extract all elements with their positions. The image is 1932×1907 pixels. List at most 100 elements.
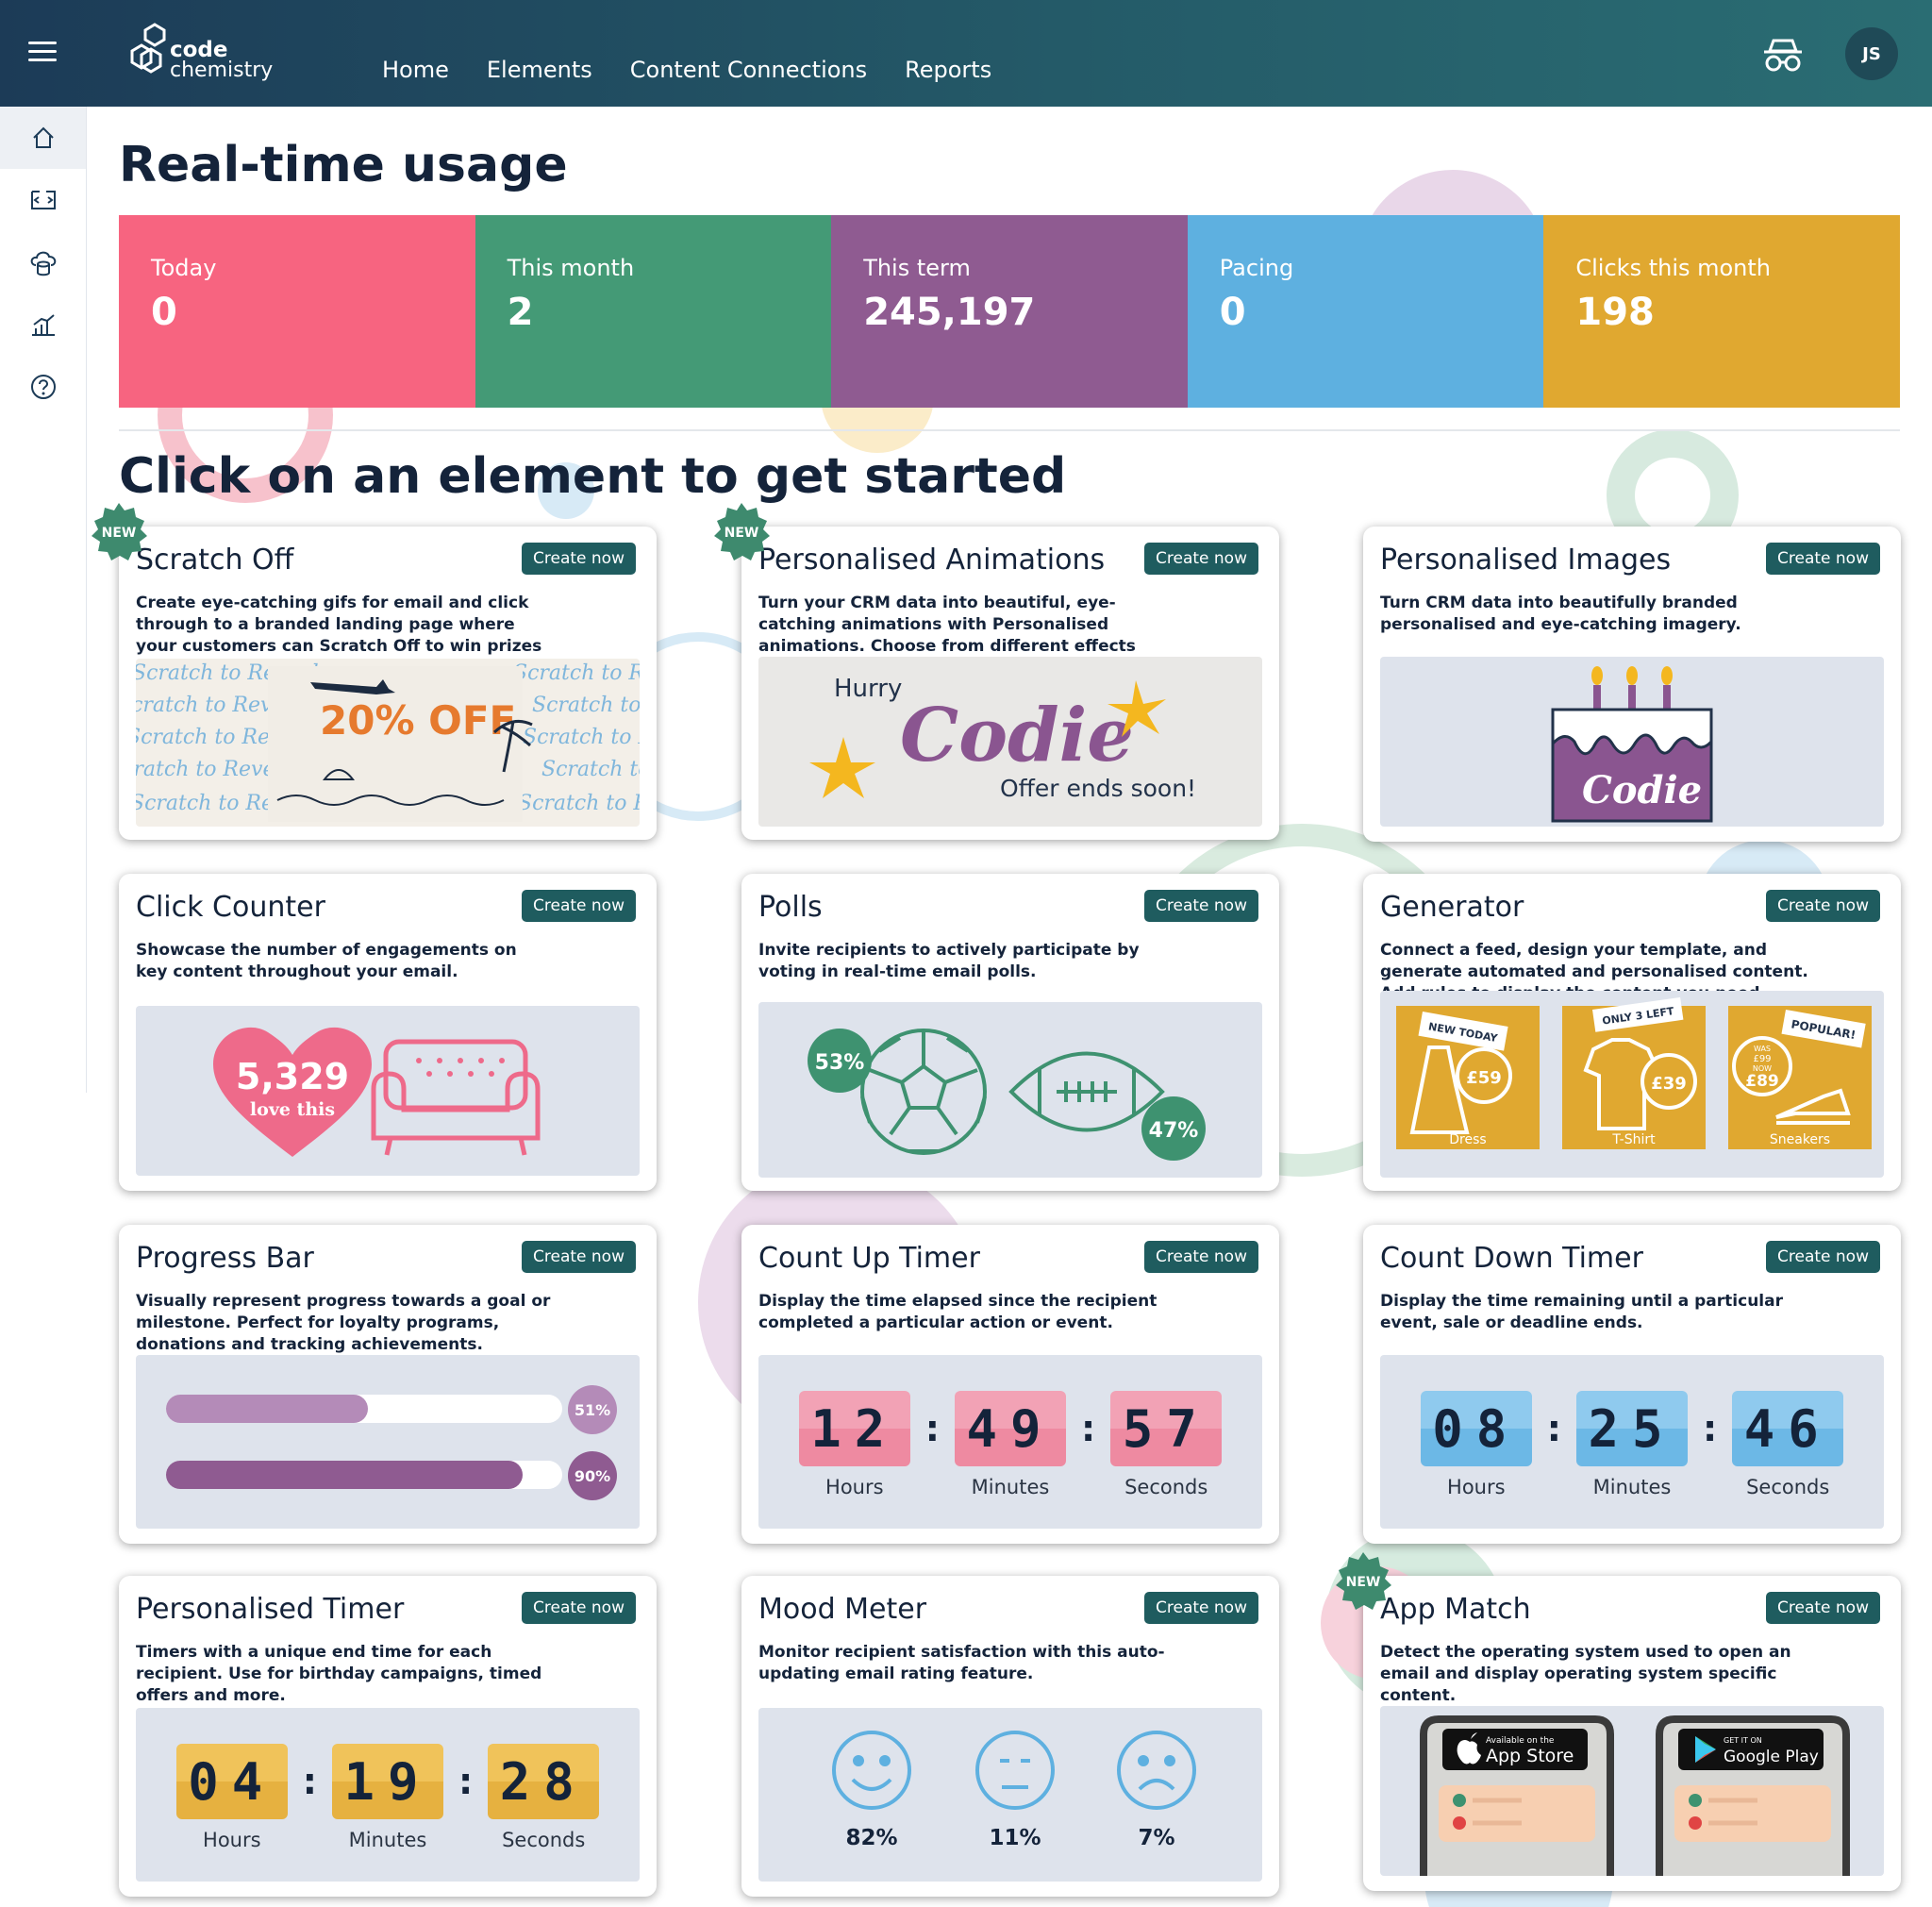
card-generator[interactable]: Generator Create now Connect a feed, des…: [1363, 874, 1901, 1191]
card-app-match[interactable]: App Match Create now Detect the operatin…: [1363, 1576, 1901, 1891]
create-now-button[interactable]: Create now: [1144, 890, 1258, 922]
stat-value: 0: [151, 291, 177, 334]
sidebar-help-icon[interactable]: [0, 356, 86, 418]
svg-text:£59: £59: [1466, 1068, 1502, 1088]
sidebar: [0, 107, 87, 1093]
create-now-button[interactable]: Create now: [1144, 1241, 1258, 1273]
progress-badge: 90%: [568, 1451, 617, 1500]
timer-hours: 04: [175, 1744, 288, 1819]
card-personalised-timer[interactable]: Personalised Timer Create now Timers wit…: [119, 1576, 657, 1897]
nav-home[interactable]: Home: [382, 57, 449, 83]
timer-hours: 12: [798, 1391, 910, 1466]
birthday-cake-icon: Codie: [1551, 666, 1713, 823]
phone-ios: Available on the App Store: [1420, 1715, 1614, 1876]
card-personalised-images[interactable]: Personalised Images Create now Turn CRM …: [1363, 527, 1901, 842]
create-now-button[interactable]: Create now: [522, 890, 636, 922]
timer-seconds: 57: [1110, 1391, 1223, 1466]
card-personalised-animations[interactable]: Personalised Animations Create now Turn …: [741, 527, 1279, 840]
card-count-up-timer[interactable]: Count Up Timer Create now Display the ti…: [741, 1225, 1279, 1544]
click-counter-preview: 5,329 love this: [136, 1006, 640, 1176]
code-chemistry-logo[interactable]: code chemistry: [125, 21, 285, 87]
count-up-preview: 12 Hours : 49 Minutes : 57 Seconds: [758, 1355, 1262, 1529]
create-now-button[interactable]: Create now: [522, 1592, 636, 1624]
create-now-button[interactable]: Create now: [522, 543, 636, 575]
incognito-glasses-icon[interactable]: [1762, 36, 1804, 74]
section-divider: [119, 429, 1900, 431]
stat-label: Clicks this month: [1575, 255, 1772, 281]
timer-hours: 08: [1420, 1391, 1532, 1466]
product-tshirt: ONLY 3 LEFT £39 T-Shirt: [1562, 996, 1706, 1149]
card-description: Visually represent progress towards a go…: [136, 1292, 551, 1354]
card-description: Detect the operating system used to open…: [1380, 1643, 1791, 1705]
timer-minutes: 25: [1576, 1391, 1688, 1466]
svg-text:Scratch to Reveal: Scratch to Reveal: [541, 758, 640, 781]
sidebar-code-icon[interactable]: [0, 169, 86, 231]
hamburger-menu-icon[interactable]: [28, 42, 57, 64]
soccer-ball-icon: [860, 1029, 987, 1155]
product-dress: NEW TODAY £59 Dress: [1396, 1006, 1540, 1149]
new-badge: NEW: [92, 503, 147, 560]
poll-right-percent: 47%: [1149, 1119, 1199, 1143]
personalised-timer-preview: 04 Hours : 19 Minutes : 28 Seconds: [136, 1708, 640, 1882]
create-now-button[interactable]: Create now: [522, 1241, 636, 1273]
card-progress-bar[interactable]: Progress Bar Create now Visually represe…: [119, 1225, 657, 1544]
nav-reports[interactable]: Reports: [905, 57, 991, 83]
sidebar-cloud-database-icon[interactable]: [0, 231, 86, 293]
create-now-button[interactable]: Create now: [1766, 1592, 1880, 1624]
card-scratch-off[interactable]: Scratch Off Create now Create eye-catchi…: [119, 527, 657, 840]
create-now-button[interactable]: Create now: [1144, 543, 1258, 575]
section-title: Click on an element to get started: [119, 448, 1067, 505]
timer-separator: :: [924, 1408, 940, 1449]
create-now-button[interactable]: Create now: [1766, 543, 1880, 575]
card-mood-meter[interactable]: Mood Meter Create now Monitor recipient …: [741, 1576, 1279, 1897]
card-description: Turn CRM data into beautifully branded p…: [1380, 594, 1741, 634]
card-title: Mood Meter: [758, 1593, 927, 1626]
svg-text:GET IT ON: GET IT ON: [1724, 1736, 1762, 1745]
phone-android: GET IT ON Google Play: [1656, 1715, 1850, 1876]
create-now-button[interactable]: Create now: [1766, 1241, 1880, 1273]
svg-text:Dress: Dress: [1449, 1132, 1486, 1147]
svg-text:£89: £89: [1745, 1072, 1779, 1091]
stat-label: Pacing: [1219, 255, 1294, 281]
stat-this-term: This term 245,197: [831, 215, 1188, 408]
nav-content-connections[interactable]: Content Connections: [630, 57, 867, 83]
progress-badge: 51%: [568, 1385, 617, 1434]
codie-text: Codie: [900, 693, 1134, 778]
images-preview: Codie: [1380, 657, 1884, 827]
create-now-button[interactable]: Create now: [1766, 890, 1880, 922]
neutral-face-icon: [975, 1731, 1055, 1810]
progress-track: [166, 1461, 562, 1489]
user-avatar[interactable]: JS: [1845, 27, 1898, 80]
stat-label: Today: [151, 255, 217, 281]
timer-label: Hours: [825, 1476, 884, 1498]
stat-value: 2: [507, 291, 534, 334]
create-now-button[interactable]: Create now: [1144, 1592, 1258, 1624]
svg-text:Google Play: Google Play: [1724, 1748, 1819, 1766]
scratch-off-preview: Scratch to Reveal Scratch to Reveal Scra…: [136, 659, 640, 827]
love-this-text: love this: [250, 1099, 335, 1120]
svg-text:NEW: NEW: [724, 526, 759, 541]
timer-label: Hours: [203, 1829, 261, 1851]
stat-label: This term: [863, 255, 971, 281]
sofa-icon: [371, 1039, 541, 1156]
mood-neutral-percent: 11%: [989, 1826, 1041, 1850]
card-click-counter[interactable]: Click Counter Create now Showcase the nu…: [119, 874, 657, 1191]
card-count-down-timer[interactable]: Count Down Timer Create now Display the …: [1363, 1225, 1901, 1544]
card-title: Count Down Timer: [1380, 1242, 1643, 1275]
card-description: Display the time elapsed since the recip…: [758, 1292, 1158, 1332]
timer-label: Seconds: [502, 1829, 586, 1851]
nav-elements[interactable]: Elements: [487, 57, 592, 83]
progress-fill-51: [166, 1395, 369, 1423]
timer-label: Seconds: [1124, 1476, 1208, 1498]
card-polls[interactable]: Polls Create now Invite recipients to ac…: [741, 874, 1279, 1191]
sidebar-home-icon[interactable]: [0, 107, 86, 169]
product-sneakers: POPULAR! WAS £99 NOW £89 Sneakers: [1728, 1006, 1872, 1149]
svg-text:Scratch to Reveal: Scratch to Reveal: [513, 661, 640, 685]
card-title: Personalised Images: [1380, 544, 1672, 577]
svg-text:NEW: NEW: [102, 526, 137, 541]
svg-text:£99: £99: [1753, 1054, 1771, 1064]
card-description: Timers with a unique end time for each r…: [136, 1643, 542, 1705]
card-title: Generator: [1380, 891, 1524, 924]
sidebar-analytics-icon[interactable]: [0, 293, 86, 356]
timer-separator: :: [1081, 1408, 1096, 1449]
